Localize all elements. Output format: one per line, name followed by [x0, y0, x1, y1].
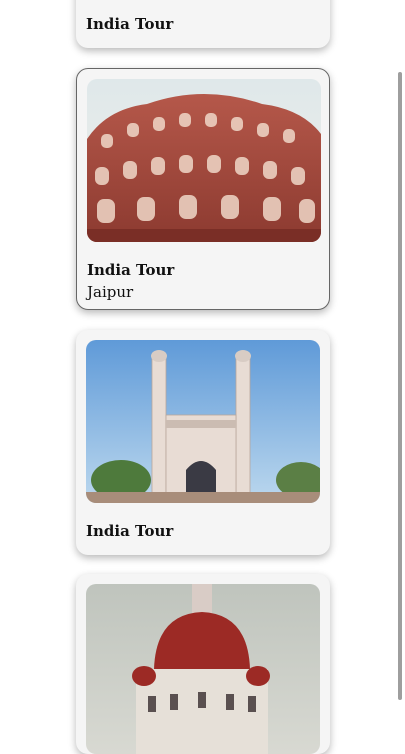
tour-card[interactable]: India Tour — [76, 0, 330, 48]
taj-hotel-photo — [86, 584, 320, 754]
hawa-mahal-photo — [87, 79, 321, 242]
tour-card-jaipur[interactable]: India Tour Jaipur — [76, 68, 330, 310]
charminar-photo — [86, 340, 320, 503]
card-title: India Tour — [86, 522, 174, 540]
scrollbar[interactable] — [398, 72, 402, 700]
card-title: India Tour — [87, 261, 175, 279]
card-subtitle: Jaipur — [87, 283, 134, 301]
tour-card[interactable]: India Tour — [76, 330, 330, 555]
card-title: India Tour — [86, 15, 174, 33]
tour-card[interactable] — [76, 574, 330, 754]
